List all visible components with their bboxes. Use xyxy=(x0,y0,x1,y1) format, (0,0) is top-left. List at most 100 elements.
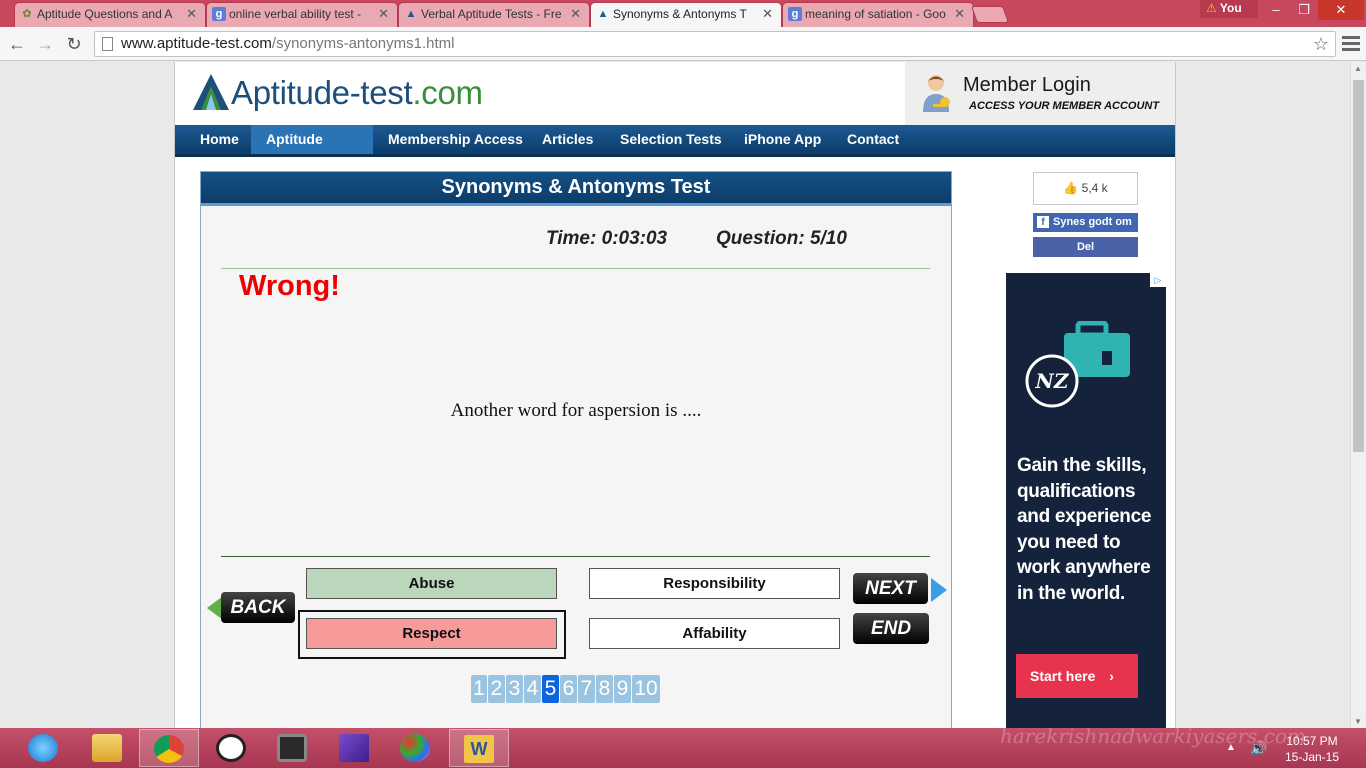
palm-icon: ✿ xyxy=(22,8,32,20)
answer-option-abuse[interactable]: Abuse xyxy=(306,568,557,599)
page-link-6[interactable]: 6 xyxy=(560,675,577,703)
nav-articles[interactable]: Articles xyxy=(527,125,608,154)
aptitude-triangle-icon xyxy=(193,74,229,110)
page-link-9[interactable]: 9 xyxy=(614,675,631,703)
divider xyxy=(221,556,930,557)
tab-label: Aptitude Questions and A xyxy=(37,7,173,21)
member-login-subtitle: ACCESS YOUR MEMBER ACCOUNT xyxy=(969,100,1160,112)
quiz-panel: Synonyms & Antonyms Test Time: 0:03:03 Q… xyxy=(200,171,952,728)
close-icon[interactable]: ✕ xyxy=(762,3,773,25)
url-path: /synonyms-antonyms1.html xyxy=(271,35,455,52)
advertisement[interactable]: ▷ NZ Gain the skills, qualifications and… xyxy=(1006,273,1166,728)
camera-icon xyxy=(277,734,307,762)
page-scrollbar[interactable]: ▲ ▼ xyxy=(1350,62,1366,728)
menu-icon[interactable] xyxy=(1342,33,1360,53)
nav-aptitude-tests[interactable]: Aptitude Tests xyxy=(251,125,373,175)
forward-arrow-icon[interactable]: → xyxy=(33,32,57,56)
question-value: 5/10 xyxy=(809,228,847,249)
facebook-share-button[interactable]: Del xyxy=(1033,237,1138,257)
answer-option-affability[interactable]: Affability xyxy=(589,618,840,649)
nav-home[interactable]: Home xyxy=(185,125,254,154)
nav-contact[interactable]: Contact xyxy=(832,125,914,154)
nav-iphone-app[interactable]: iPhone App xyxy=(729,125,836,154)
answer-option-respect[interactable]: Respect xyxy=(306,618,557,649)
url-host: www.aptitude-test.com xyxy=(121,35,272,52)
folder-icon xyxy=(92,734,122,762)
adchoices-icon[interactable]: ▷ xyxy=(1150,273,1166,287)
page-link-4[interactable]: 4 xyxy=(524,675,541,703)
paint-palette-icon xyxy=(400,734,430,762)
new-tab-button[interactable] xyxy=(970,6,1010,23)
google-icon: g xyxy=(788,7,802,21)
window-close-icon[interactable]: ✕ xyxy=(1318,0,1364,20)
next-button[interactable]: NEXT xyxy=(853,573,928,604)
reload-icon[interactable]: ↻ xyxy=(62,32,86,56)
internet-explorer-icon xyxy=(28,734,58,762)
chrome-icon xyxy=(154,735,184,763)
member-login-box[interactable]: Member Login ACCESS YOUR MEMBER ACCOUNT xyxy=(905,62,1175,125)
member-login-title: Member Login xyxy=(963,74,1091,96)
nav-selection-tests[interactable]: Selection Tests xyxy=(605,125,737,154)
taskbar-app-4[interactable] xyxy=(202,729,262,767)
thumbs-up-icon: 👍 xyxy=(1063,181,1079,195)
taskbar-camera[interactable] xyxy=(263,729,323,767)
back-arrow-icon[interactable]: ← xyxy=(5,32,29,56)
answer-option-responsibility[interactable]: Responsibility xyxy=(589,568,840,599)
browser-tab-1[interactable]: ✿ Aptitude Questions and A ✕ xyxy=(14,2,206,27)
taskbar-chrome[interactable] xyxy=(139,729,199,767)
page-link-5-current[interactable]: 5 xyxy=(542,675,559,703)
nz-logo: NZ xyxy=(1025,354,1079,408)
ad-logo-text: NZ xyxy=(1035,369,1070,393)
end-button[interactable]: END xyxy=(853,613,929,644)
facebook-like-button[interactable]: f Synes godt om xyxy=(1033,213,1138,232)
close-icon[interactable]: ✕ xyxy=(954,3,965,25)
question-label: Question: xyxy=(716,228,805,249)
user-profile-badge[interactable]: ⚠ You xyxy=(1200,0,1258,18)
logo-text: Aptitude-test.com xyxy=(231,74,483,112)
browser-tab-2[interactable]: g online verbal ability test - ✕ xyxy=(206,2,398,27)
site-logo[interactable]: Aptitude-test.com xyxy=(191,72,531,118)
taskbar-word[interactable]: W xyxy=(449,729,509,767)
like-count: 5,4 k xyxy=(1081,181,1108,195)
volume-icon[interactable]: 🔊 xyxy=(1250,740,1267,757)
scroll-up-icon[interactable]: ▲ xyxy=(1354,64,1364,73)
ad-start-button[interactable]: Start here › xyxy=(1016,654,1138,698)
back-button[interactable]: BACK xyxy=(221,592,295,623)
browser-tab-3[interactable]: ▲ Verbal Aptitude Tests - Fre ✕ xyxy=(398,2,590,27)
browser-tab-5[interactable]: g meaning of satiation - Goo ✕ xyxy=(782,2,974,27)
close-icon[interactable]: ✕ xyxy=(186,3,197,25)
timer: Time: 0:03:03 xyxy=(546,228,667,250)
word-icon: W xyxy=(464,735,494,763)
scroll-down-icon[interactable]: ▼ xyxy=(1354,717,1364,726)
taskbar-explorer[interactable] xyxy=(78,729,138,767)
google-icon: g xyxy=(212,7,226,21)
page-link-10[interactable]: 10 xyxy=(632,675,660,703)
tab-label: online verbal ability test - xyxy=(229,7,362,21)
page-link-3[interactable]: 3 xyxy=(506,675,523,703)
page-link-7[interactable]: 7 xyxy=(578,675,595,703)
page-link-2[interactable]: 2 xyxy=(488,675,505,703)
taskbar-ie[interactable] xyxy=(14,729,74,767)
nav-membership-access[interactable]: Membership Access xyxy=(373,125,538,154)
taskbar-paint[interactable] xyxy=(386,729,446,767)
tray-chevron-up-icon[interactable]: ▲ xyxy=(1226,742,1236,753)
close-icon[interactable]: ✕ xyxy=(378,3,389,25)
ad-copy: Gain the skills, qualifications and expe… xyxy=(1017,455,1152,604)
page-link-8[interactable]: 8 xyxy=(596,675,613,703)
restore-icon[interactable]: ❐ xyxy=(1290,0,1318,20)
taskbar-visual-studio[interactable] xyxy=(325,729,385,767)
scrollbar-thumb[interactable] xyxy=(1353,80,1364,452)
site-container: Aptitude-test.com Member Login ACCESS YO… xyxy=(174,62,1176,728)
browser-toolbar: ← → ↻ www.aptitude-test.com/synonyms-ant… xyxy=(0,27,1366,61)
browser-tab-4-active[interactable]: ▲ Synonyms & Antonyms T ✕ xyxy=(590,2,782,27)
user-name: You xyxy=(1219,1,1242,15)
close-icon[interactable]: ✕ xyxy=(570,3,581,25)
system-clock[interactable]: 10:57 PM 15-Jan-15 xyxy=(1282,733,1342,765)
address-bar[interactable]: www.aptitude-test.com/synonyms-antonyms1… xyxy=(94,31,1336,57)
page-link-1[interactable]: 1 xyxy=(471,675,487,703)
quiz-title: Synonyms & Antonyms Test xyxy=(201,172,951,206)
minimize-icon[interactable]: – xyxy=(1262,0,1290,20)
bookmark-star-icon[interactable]: ☆ xyxy=(1313,32,1329,56)
time-label: Time: xyxy=(546,228,597,249)
page-viewport: Aptitude-test.com Member Login ACCESS YO… xyxy=(0,62,1350,728)
